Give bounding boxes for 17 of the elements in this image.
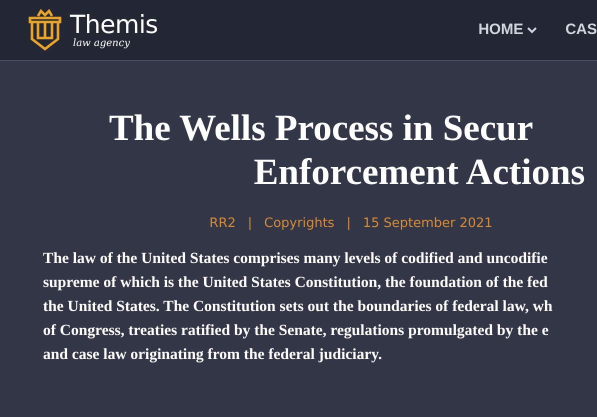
meta-separator: | bbox=[346, 215, 351, 233]
body-text-line: The law of the United States comprises many levels of codified and uncodifie bbox=[43, 248, 548, 268]
body-text-line: of Congress, treaties ratified by the Senate, regulations promulgated by the e bbox=[43, 320, 549, 340]
logo-name: Themis bbox=[70, 12, 158, 38]
meta-link[interactable]: 15 September 2021 bbox=[362, 214, 493, 234]
body-text-line: and case law originating from the federal judiciary. bbox=[43, 344, 382, 364]
meta-separator: | bbox=[248, 215, 252, 233]
article-title: The Wells Process in Secur bbox=[109, 107, 534, 151]
nav-link[interactable]: HOME bbox=[478, 18, 538, 42]
body-text-line: the United States. The Constitution sets out the boundaries of federal law, wh bbox=[43, 296, 553, 316]
shield-logo-icon bbox=[28, 9, 62, 51]
meta-link[interactable]: Copyrights bbox=[264, 214, 334, 234]
logo-tagline: law agency bbox=[73, 38, 131, 48]
meta-link[interactable]: RR2 bbox=[209, 214, 236, 234]
nav-link[interactable]: CAS bbox=[565, 18, 597, 42]
article-title: Enforcement Actions bbox=[254, 151, 585, 195]
body-text-line: supreme of which is the United States Constitution, the foundation of the fed bbox=[43, 272, 548, 292]
